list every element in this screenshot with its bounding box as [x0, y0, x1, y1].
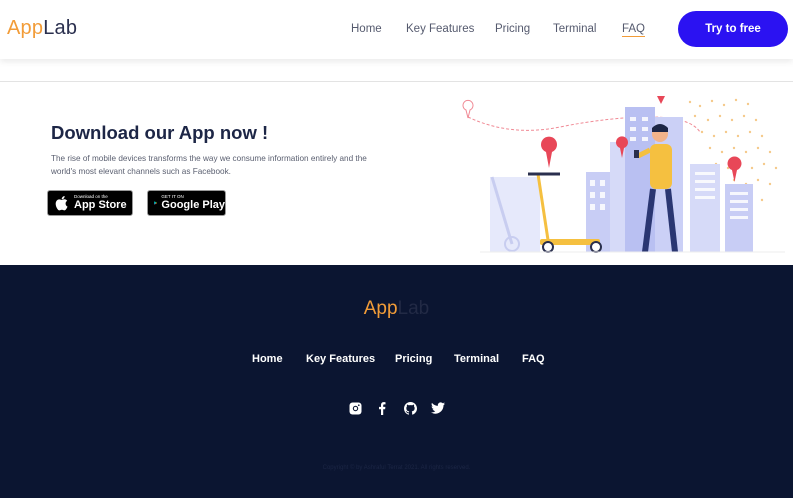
nav-pricing[interactable]: Pricing [495, 23, 530, 35]
buildings [490, 107, 753, 252]
app-store-button[interactable]: Download on the App Store [47, 190, 133, 216]
footer-logo-part-app: App [363, 298, 398, 319]
google-play-label: Google Play [161, 199, 225, 212]
download-title: Download our App now ! [51, 122, 269, 143]
city-scooter-illustration [462, 96, 785, 253]
footer-nav-pricing[interactable]: Pricing [395, 353, 432, 365]
footer-nav-faq[interactable]: FAQ [522, 353, 545, 365]
copyright: Copyright © by Ashraful Terrat 2021. All… [322, 465, 471, 471]
nav-key-features[interactable]: Key Features [406, 23, 474, 35]
apple-icon [55, 196, 68, 211]
nav-terminal[interactable]: Terminal [553, 23, 596, 35]
logo-part-app: App [7, 17, 44, 39]
footer-nav-terminal[interactable]: Terminal [454, 353, 499, 365]
footer-nav-home[interactable]: Home [252, 353, 283, 365]
footer-logo-part-lab: Lab [397, 298, 430, 319]
google-play-button[interactable]: GET IT ON Google Play [147, 190, 226, 216]
section-divider [0, 81, 793, 82]
nav-faq[interactable]: FAQ [622, 23, 646, 37]
twitter-icon[interactable] [429, 399, 447, 417]
google-play-icon [154, 201, 158, 205]
app-store-label: App Store [74, 199, 127, 212]
facebook-icon[interactable] [373, 399, 391, 417]
header: AppLab Home Key Features Pricing Termina… [0, 0, 793, 59]
logo-part-lab: Lab [43, 17, 78, 39]
nav-home[interactable]: Home [351, 23, 382, 35]
footer: AppLab Home Key Features Pricing Termina… [0, 265, 793, 498]
logo[interactable]: AppLab [7, 17, 77, 40]
try-free-button[interactable]: Try to free [678, 11, 788, 47]
github-icon[interactable] [401, 399, 419, 417]
instagram-icon[interactable] [346, 399, 364, 417]
footer-nav-key-features[interactable]: Key Features [306, 353, 375, 365]
footer-logo[interactable]: AppLab [0, 298, 793, 320]
download-description: The rise of mobile devices transforms th… [51, 154, 367, 176]
